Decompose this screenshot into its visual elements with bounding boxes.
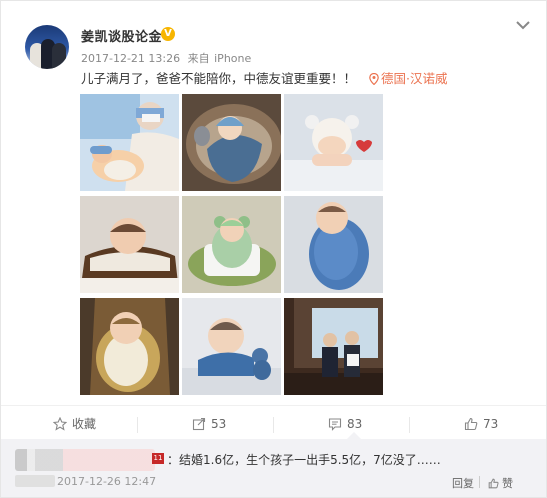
photo-9[interactable] (284, 298, 383, 395)
comment-text: ：结婚1.6亿，生个孩子一出手5.5亿，7亿没了…… (167, 453, 441, 467)
favorite-label: 收藏 (72, 417, 97, 431)
post-text: 儿子满月了，爸爸不能陪你，中德友谊更重要！！ (81, 71, 357, 86)
commenter-meta-blurred (15, 475, 55, 487)
comment-item: 11 ：结婚1.6亿，生个孩子一出手5.5亿，7亿没了…… 2017-12-26… (1, 439, 546, 497)
weibo-post-card: 姜凯谈股论金 V 2017-12-21 13:26 来自 iPhone 儿子满月… (0, 0, 547, 498)
photo-4[interactable] (80, 196, 179, 293)
like-button[interactable]: 73 (464, 406, 498, 442)
comment-like-label: 赞 (502, 477, 513, 490)
favorite-button[interactable]: 收藏 (52, 406, 97, 442)
comment-caret (347, 432, 361, 439)
post-source[interactable]: iPhone (214, 52, 251, 65)
chevron-down-icon[interactable] (515, 19, 531, 31)
photo-7[interactable] (80, 298, 179, 395)
like-count: 73 (483, 417, 499, 431)
comment-icon (328, 418, 342, 431)
commenter-avatar-blurred[interactable] (15, 449, 155, 471)
action-bar: 收藏 53 83 73 (1, 405, 546, 441)
comment-count: 83 (347, 417, 363, 431)
post-meta: 2017-12-21 13:26 来自 iPhone (81, 50, 251, 66)
source-prefix: 来自 (187, 52, 210, 65)
comment-timestamp: 2017-12-26 12:47 (57, 475, 157, 488)
photo-8[interactable] (182, 298, 281, 395)
repost-icon (192, 417, 206, 431)
thumbs-up-icon (464, 417, 478, 431)
avatar[interactable] (25, 25, 69, 69)
divider (409, 417, 410, 433)
photo-2[interactable] (182, 94, 281, 191)
thumbs-up-icon (488, 478, 499, 489)
divider (273, 417, 274, 433)
repost-count: 53 (211, 417, 227, 431)
photo-5[interactable] (182, 196, 281, 293)
comment-like-button[interactable]: 赞 (488, 475, 513, 491)
star-icon (52, 416, 68, 431)
photo-1[interactable] (80, 94, 179, 191)
photo-grid (80, 94, 384, 398)
member-badge-icon: 11 (152, 453, 164, 464)
post-timestamp[interactable]: 2017-12-21 13:26 (81, 52, 180, 65)
reply-button[interactable]: 回复 (452, 475, 474, 491)
divider (479, 476, 480, 488)
divider (137, 417, 138, 433)
verified-badge-icon: V (161, 27, 175, 41)
photo-3[interactable] (284, 94, 383, 191)
location-link[interactable]: 德国·汉诺威 (369, 68, 447, 87)
location-pin-icon (369, 72, 379, 86)
location-label: 德国·汉诺威 (381, 71, 448, 86)
username[interactable]: 姜凯谈股论金 (81, 26, 162, 45)
photo-6[interactable] (284, 196, 383, 293)
repost-button[interactable]: 53 (192, 406, 226, 442)
